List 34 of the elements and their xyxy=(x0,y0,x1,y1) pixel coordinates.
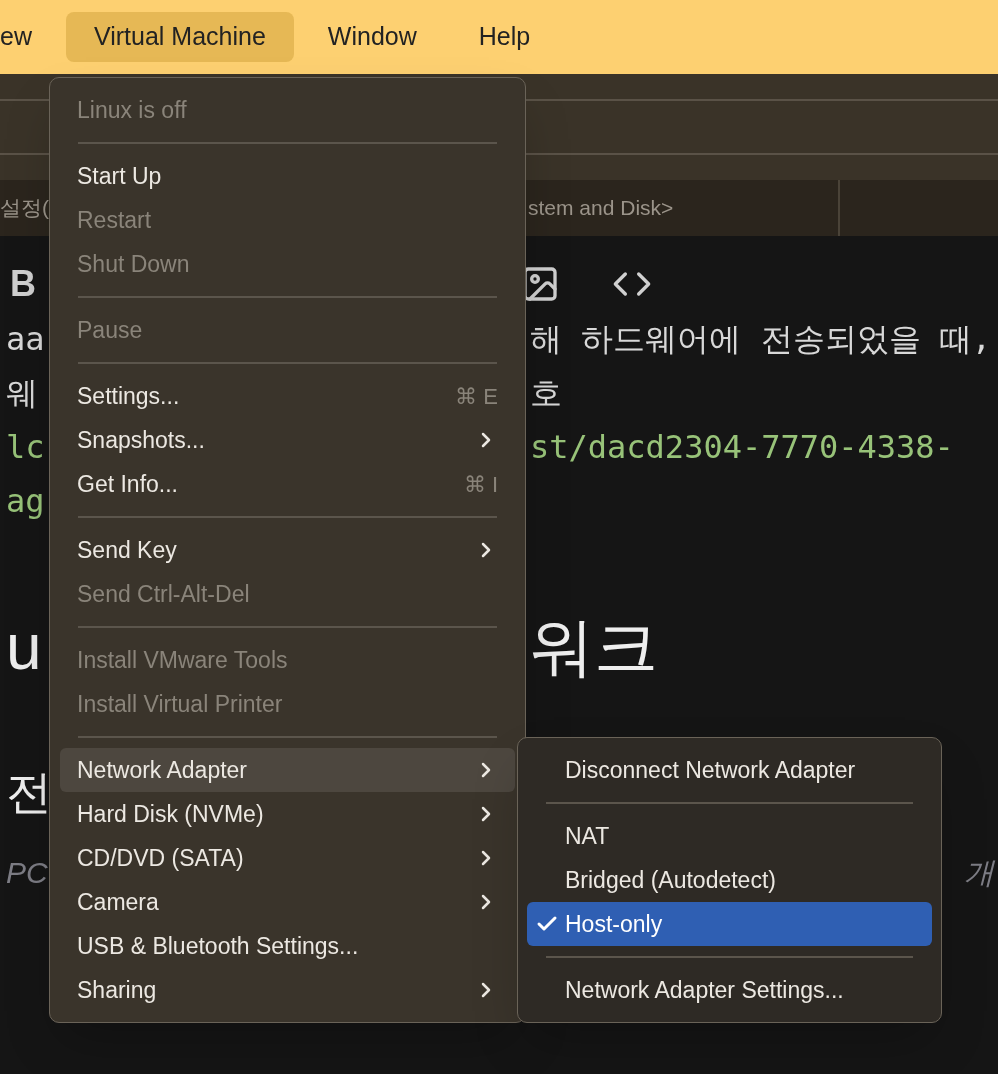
menu-item[interactable]: Host-only xyxy=(527,902,932,946)
menu-item[interactable]: Hard Disk (NVMe) xyxy=(60,792,515,836)
menu-item[interactable]: Sharing xyxy=(60,968,515,1012)
document-text: st/dacd2304-7770-4338- xyxy=(530,427,954,468)
menu-item[interactable]: Camera xyxy=(60,880,515,924)
menu-item[interactable]: NAT xyxy=(527,814,932,858)
document-text: u xyxy=(6,611,42,683)
menu-item[interactable]: USB & Bluetooth Settings... xyxy=(60,924,515,968)
menu-item[interactable]: Settings... ⌘ E xyxy=(60,374,515,418)
menu-item[interactable]: Send Key xyxy=(60,528,515,572)
document-text: PC xyxy=(6,855,48,889)
document-text: lc xyxy=(6,428,45,466)
document-text: 웨 xyxy=(6,374,38,412)
document-text: 워크 xyxy=(530,610,658,685)
document-text: 해 하드웨어에 전송되었을 때, xyxy=(530,319,992,360)
menu-bar-item[interactable]: Virtual Machine xyxy=(65,12,294,62)
document-text: aa xyxy=(6,320,45,358)
menu-item[interactable]: CD/DVD (SATA) xyxy=(60,836,515,880)
menu-item[interactable]: Bridged (Autodetect) xyxy=(527,858,932,902)
menu-item[interactable]: Network Adapter xyxy=(60,748,515,792)
menu-item[interactable]: Get Info... ⌘ I xyxy=(60,462,515,506)
menu-bar-item[interactable]: Help xyxy=(450,12,559,62)
bold-button[interactable]: B xyxy=(10,257,36,311)
document-text: 개 xyxy=(964,854,996,891)
menu-item[interactable]: Snapshots... xyxy=(60,418,515,462)
menu-item[interactable]: Disconnect Network Adapter xyxy=(527,748,932,792)
menu-bar-item[interactable]: ew xyxy=(0,12,60,62)
document-text: 전 xyxy=(6,765,52,818)
document-tab[interactable]: stem and Disk> xyxy=(528,180,840,236)
menu-item[interactable]: Network Adapter Settings... xyxy=(527,968,932,1012)
document-text: 호 xyxy=(530,373,562,414)
document-text: ag xyxy=(6,482,45,520)
menu-item[interactable]: Start Up xyxy=(60,154,515,198)
menu-bar-item[interactable]: Window xyxy=(299,12,445,62)
